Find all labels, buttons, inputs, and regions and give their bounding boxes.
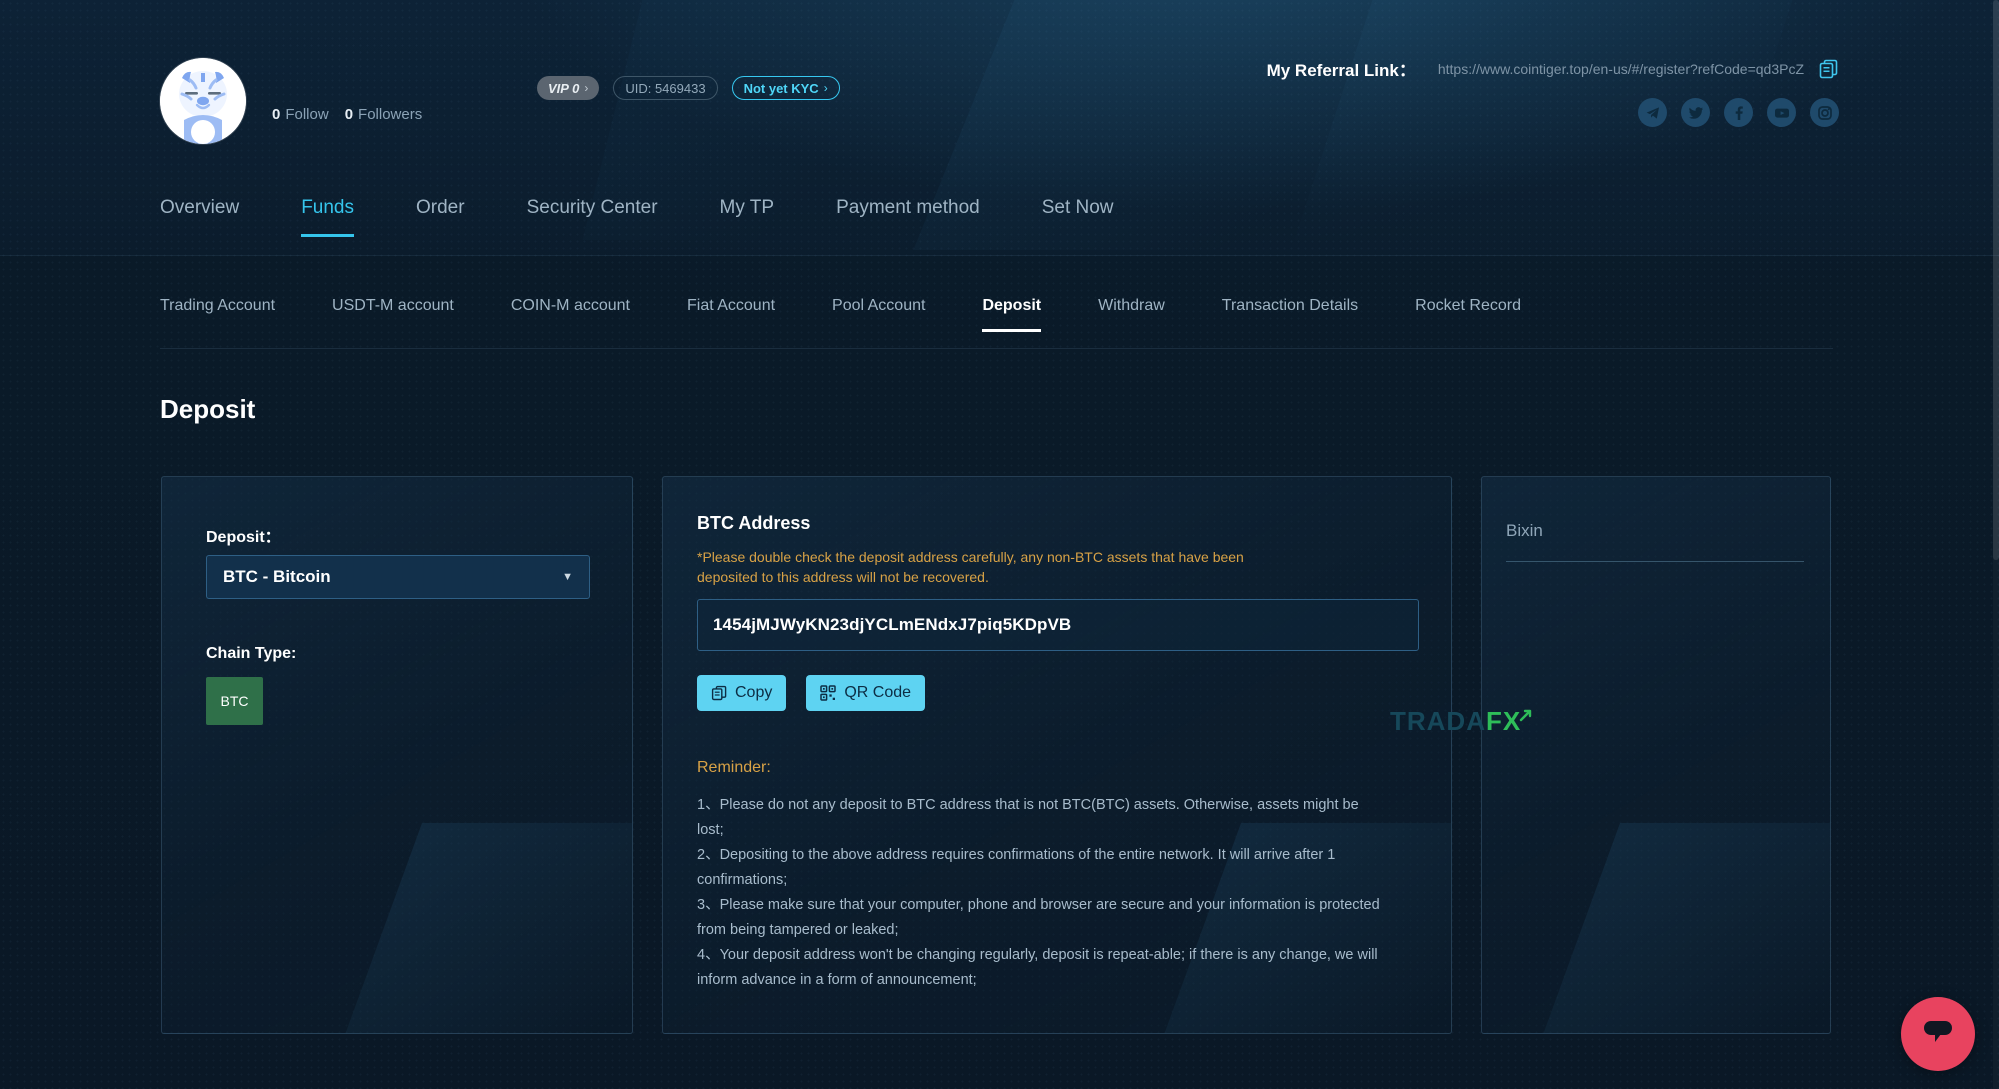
subnav-divider [160, 348, 1833, 349]
subnav-item-withdraw[interactable]: Withdraw [1098, 297, 1165, 332]
subnav-item-fiat-account[interactable]: Fiat Account [687, 297, 775, 332]
address-panel: BTC Address *Please double check the dep… [662, 476, 1452, 1034]
social-links [1638, 98, 1839, 127]
referral-label: My Referral Link： [1266, 61, 1416, 80]
coin-select-value: BTC - Bitcoin [223, 567, 331, 586]
copy-referral-icon[interactable] [1818, 58, 1839, 79]
chain-option-btc[interactable]: BTC [206, 677, 263, 725]
followers-label: Followers [358, 106, 423, 123]
follow-label: Follow [285, 106, 329, 123]
qr-code-button-label: QR Code [844, 684, 912, 701]
chat-bubble-icon [1920, 1016, 1956, 1053]
chat-support-button[interactable] [1901, 997, 1975, 1071]
qr-code-button[interactable]: QR Code [806, 675, 926, 711]
page-title: Deposit [160, 394, 256, 424]
profile-badges: VIP 0 › UID: 5469433 Not yet KYC › [537, 76, 840, 100]
uid-badge-label: UID: 5469433 [625, 80, 706, 96]
referral-url[interactable]: https://www.cointiger.top/en-us/#/regist… [1438, 61, 1804, 77]
avatar[interactable] [160, 58, 246, 144]
address-warning: *Please double check the deposit address… [697, 549, 1244, 585]
twitter-icon[interactable] [1681, 98, 1710, 127]
kyc-badge-label: Not yet KYC [743, 80, 819, 96]
chain-option-label: BTC [220, 693, 249, 709]
side-panel-name: Bixin [1506, 521, 1543, 540]
address-panel-title: BTC Address [697, 513, 811, 533]
followers-count: 0 [344, 106, 354, 123]
tiger-avatar-icon [160, 58, 246, 144]
reminder-item: 1、Please do not any deposit to BTC addre… [697, 797, 1359, 838]
follow-stats: 0 Follow 0 Followers [272, 58, 438, 123]
address-actions: Copy QR Code [697, 675, 926, 711]
nav-item-order[interactable]: Order [416, 197, 465, 237]
nav-item-payment-method[interactable]: Payment method [836, 197, 980, 237]
telegram-icon[interactable] [1638, 98, 1667, 127]
reminder-list: 1、Please do not any deposit to BTC addre… [697, 793, 1387, 993]
nav-item-funds[interactable]: Funds [301, 197, 354, 237]
header-divider [0, 255, 1999, 256]
profile-block: 0 Follow 0 Followers [160, 58, 438, 144]
page-scrollbar-thumb[interactable] [1993, 0, 1999, 560]
main-navigation: Overview Funds Order Security Center My … [160, 197, 1114, 237]
deposit-select-label: Deposit： [206, 529, 281, 546]
side-panel-divider [1506, 561, 1804, 562]
subnav-item-usdt-m-account[interactable]: USDT-M account [332, 297, 454, 332]
reminder-item: 4、Your deposit address won't be changing… [697, 947, 1378, 988]
chain-type-label: Chain Type: [206, 645, 297, 662]
subnav-item-transaction-details[interactable]: Transaction Details [1222, 297, 1358, 332]
deposit-address-value: 1454jMJWyKN23djYCLmENdxJ7piq5KDpVB [713, 615, 1072, 634]
vip-badge-label: VIP 0 [548, 80, 580, 96]
reminder-title: Reminder: [697, 759, 771, 776]
nav-item-set-now[interactable]: Set Now [1042, 197, 1114, 237]
youtube-icon[interactable] [1767, 98, 1796, 127]
nav-item-my-tp[interactable]: My TP [720, 197, 775, 237]
nav-item-security-center[interactable]: Security Center [527, 197, 658, 237]
side-info-panel: Bixin [1481, 476, 1831, 1034]
referral-block: My Referral Link： https://www.cointiger.… [1267, 56, 1839, 81]
uid-badge: UID: 5469433 [613, 76, 718, 100]
subnav-item-rocket-record[interactable]: Rocket Record [1415, 297, 1521, 332]
deposit-form-panel: Deposit： BTC - Bitcoin ▼ Chain Type: BTC [161, 476, 633, 1034]
chevron-right-icon: › [823, 81, 828, 95]
kyc-badge[interactable]: Not yet KYC › [731, 76, 840, 100]
copy-icon [711, 685, 727, 701]
follow-count: 0 [272, 106, 281, 123]
deposit-address-field[interactable]: 1454jMJWyKN23djYCLmENdxJ7piq5KDpVB [697, 599, 1419, 651]
page-root: 0 Follow 0 Followers VIP 0 › UID: 546943… [0, 0, 1999, 1089]
reminder-item: 2、Depositing to the above address requir… [697, 847, 1336, 888]
qr-code-icon [820, 685, 837, 701]
chevron-right-icon: › [584, 81, 589, 95]
coin-select[interactable]: BTC - Bitcoin ▼ [206, 555, 590, 599]
copy-button-label: Copy [735, 684, 773, 701]
subnav-item-deposit[interactable]: Deposit [982, 297, 1041, 332]
funds-subnavigation: Trading Account USDT-M account COIN-M ac… [160, 297, 1840, 332]
copy-button[interactable]: Copy [697, 675, 787, 711]
subnav-item-trading-account[interactable]: Trading Account [160, 297, 275, 332]
reminder-item: 3、Please make sure that your computer, p… [697, 897, 1380, 938]
facebook-icon[interactable] [1724, 98, 1753, 127]
chevron-down-icon: ▼ [562, 571, 573, 583]
subnav-item-coin-m-account[interactable]: COIN-M account [511, 297, 630, 332]
subnav-item-pool-account[interactable]: Pool Account [832, 297, 925, 332]
instagram-icon[interactable] [1810, 98, 1839, 127]
vip-badge[interactable]: VIP 0 › [537, 76, 600, 100]
nav-item-overview[interactable]: Overview [160, 197, 239, 237]
